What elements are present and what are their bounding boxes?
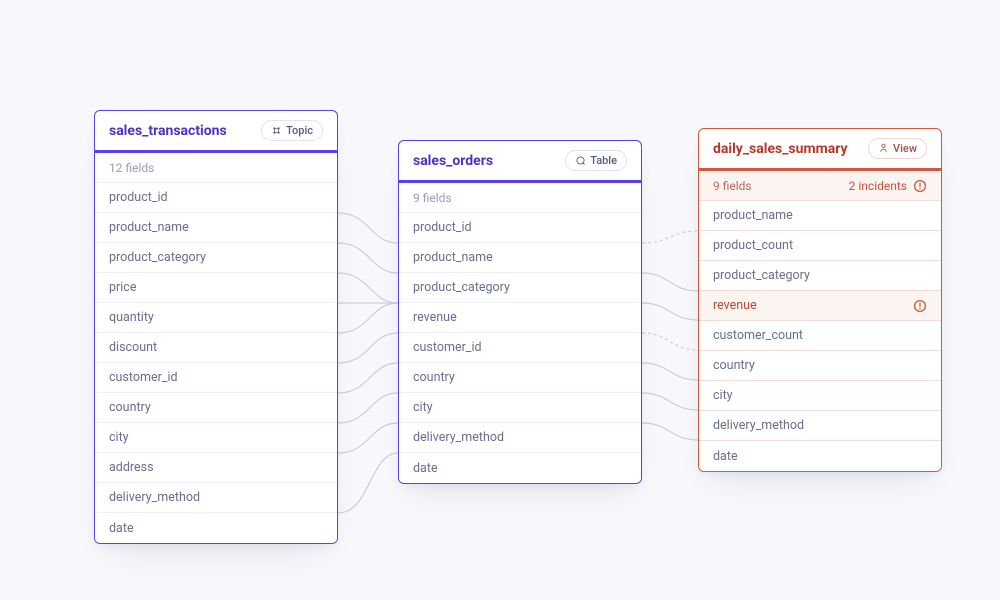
field-row[interactable]: delivery_method — [699, 411, 941, 441]
entity-card-sales-orders[interactable]: sales_orders Table 9 fields product_idpr… — [398, 140, 642, 484]
field-name: delivery_method — [713, 418, 804, 433]
field-row[interactable]: customer_id — [399, 333, 641, 363]
field-row[interactable]: date — [699, 441, 941, 471]
badge-label: Topic — [286, 124, 313, 137]
field-row[interactable]: city — [699, 381, 941, 411]
field-name: product_name — [109, 220, 189, 235]
field-name: country — [713, 358, 755, 373]
field-name: revenue — [413, 310, 457, 325]
field-name: customer_id — [109, 370, 178, 385]
field-name: product_name — [413, 250, 493, 265]
field-row[interactable]: delivery_method — [95, 483, 337, 513]
card-header: daily_sales_summary View — [699, 129, 941, 171]
field-name: country — [413, 370, 455, 385]
field-row[interactable]: quantity — [95, 303, 337, 333]
alert-icon — [913, 299, 927, 313]
field-row[interactable]: product_name — [95, 213, 337, 243]
type-badge-table: Table — [565, 150, 627, 171]
card-title: daily_sales_summary — [713, 141, 848, 157]
topic-icon — [271, 125, 282, 136]
field-row[interactable]: price — [95, 273, 337, 303]
field-row[interactable]: country — [95, 393, 337, 423]
field-row[interactable]: city — [95, 423, 337, 453]
incidents-indicator[interactable]: 2 incidents — [849, 179, 927, 193]
type-badge-topic: Topic — [261, 120, 323, 141]
field-row[interactable]: country — [399, 363, 641, 393]
field-name: customer_count — [713, 328, 803, 343]
field-row[interactable]: date — [95, 513, 337, 543]
field-name: price — [109, 280, 136, 295]
badge-label: Table — [590, 154, 617, 167]
field-row[interactable]: country — [699, 351, 941, 381]
fields-count-row: 9 fields — [399, 183, 641, 213]
field-row[interactable]: product_category — [699, 261, 941, 291]
badge-label: View — [893, 142, 917, 155]
fields-count-label: 12 fields — [109, 161, 154, 175]
field-name: product_id — [413, 220, 472, 235]
entity-card-sales-transactions[interactable]: sales_transactions Topic 12 fields produ… — [94, 110, 338, 544]
card-title: sales_orders — [413, 153, 493, 169]
field-name: product_id — [109, 190, 168, 205]
field-name: product_category — [713, 268, 810, 283]
type-badge-view: View — [868, 138, 927, 159]
field-name: date — [713, 449, 738, 464]
field-name: product_category — [413, 280, 510, 295]
field-name: date — [413, 461, 438, 476]
field-row[interactable]: product_name — [699, 201, 941, 231]
field-name: city — [109, 430, 129, 445]
field-name: date — [109, 521, 134, 536]
card-header: sales_transactions Topic — [95, 111, 337, 153]
fields-count-row: 9 fields 2 incidents — [699, 171, 941, 201]
fields-list: product_id product_name product_categoryre… — [399, 213, 641, 483]
field-name: delivery_method — [109, 490, 200, 505]
field-row[interactable]: revenue — [699, 291, 941, 321]
field-row[interactable]: product_count — [699, 231, 941, 261]
field-row[interactable]: customer_id — [95, 363, 337, 393]
view-icon — [878, 143, 889, 154]
fields-list: product_id product_name product_categorypr… — [95, 183, 337, 543]
field-row[interactable]: product_name — [399, 243, 641, 273]
fields-count-row: 12 fields — [95, 153, 337, 183]
card-header: sales_orders Table — [399, 141, 641, 183]
field-name: city — [713, 388, 733, 403]
field-row[interactable]: product_id — [399, 213, 641, 243]
incidents-label: 2 incidents — [849, 179, 907, 193]
fields-count-label: 9 fields — [713, 179, 752, 193]
table-icon — [575, 155, 586, 166]
field-name: customer_id — [413, 340, 482, 355]
field-name: country — [109, 400, 151, 415]
entity-card-daily-sales-summary[interactable]: daily_sales_summary View 9 fields 2 inci… — [698, 128, 942, 472]
fields-list: product_name product_count product_categor… — [699, 201, 941, 471]
field-name: product_category — [109, 250, 206, 265]
field-row[interactable]: delivery_method — [399, 423, 641, 453]
field-name: delivery_method — [413, 430, 504, 445]
field-name: address — [109, 460, 154, 475]
field-row[interactable]: product_category — [95, 243, 337, 273]
field-name: product_name — [713, 208, 793, 223]
field-row[interactable]: date — [399, 453, 641, 483]
field-row[interactable]: revenue — [399, 303, 641, 333]
field-row[interactable]: discount — [95, 333, 337, 363]
alert-icon — [913, 179, 927, 193]
field-name: product_count — [713, 238, 793, 253]
field-name: city — [413, 400, 433, 415]
field-row[interactable]: customer_count — [699, 321, 941, 351]
field-name: quantity — [109, 310, 154, 325]
field-row[interactable]: product_id — [95, 183, 337, 213]
card-title: sales_transactions — [109, 123, 227, 139]
field-name: revenue — [713, 298, 757, 313]
fields-count-label: 9 fields — [413, 191, 452, 205]
field-row[interactable]: city — [399, 393, 641, 423]
field-row[interactable]: address — [95, 453, 337, 483]
field-row[interactable]: product_category — [399, 273, 641, 303]
field-name: discount — [109, 340, 157, 355]
